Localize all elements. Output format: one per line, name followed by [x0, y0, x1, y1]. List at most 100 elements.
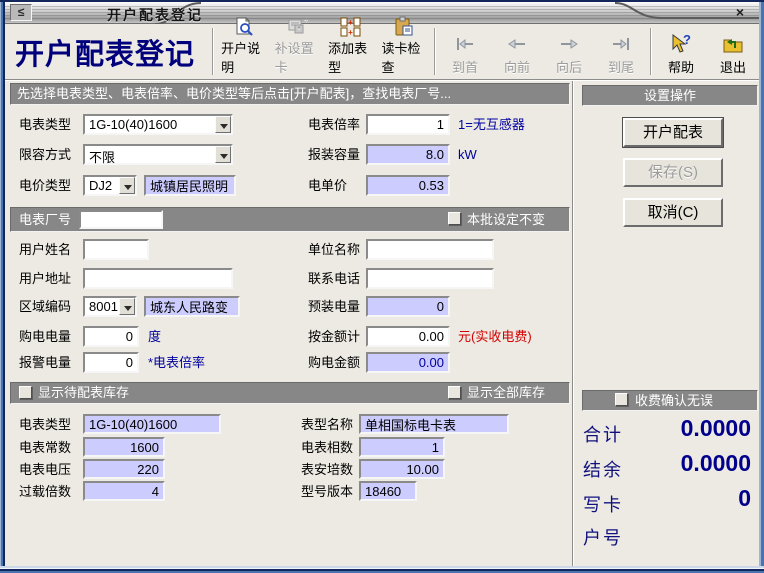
meter-voltage-label: 电表电压 — [19, 459, 71, 480]
preset-energy-label: 预装电量 — [308, 296, 360, 317]
meter-type-combobox[interactable]: 1G-10(40)1600 — [83, 114, 233, 135]
show-all-stock-checkbox[interactable] — [448, 386, 461, 399]
org-name-input[interactable] — [366, 239, 494, 260]
prev-record-icon — [505, 31, 529, 57]
area-code-combobox[interactable]: 8001 — [83, 296, 137, 317]
meter-phases-field — [359, 437, 445, 457]
close-icon[interactable]: × — [731, 4, 749, 21]
unit-price-label: 电单价 — [308, 175, 347, 196]
balance-label: 结余 — [583, 456, 623, 482]
overload-label: 过载倍数 — [19, 481, 71, 502]
show-pending-stock-checkbox[interactable] — [19, 386, 32, 399]
batch-fixed-label: 本批设定不变 — [467, 208, 545, 231]
add-meter-type-icon: ++ — [339, 16, 363, 38]
go-first-button: 到首 — [439, 24, 491, 79]
account-no-label: 户号 — [583, 524, 623, 550]
toolbar-button-label: 向前 — [504, 57, 530, 76]
toolbar-button-label: 到尾 — [608, 57, 634, 76]
price-type-combobox[interactable]: DJ2 — [83, 175, 137, 196]
first-record-icon — [453, 31, 477, 57]
chevron-down-icon[interactable] — [119, 177, 135, 194]
toolbar-separator — [650, 28, 652, 75]
limit-mode-label: 限容方式 — [19, 144, 71, 165]
meter-amperage-field — [359, 459, 445, 479]
user-name-input[interactable] — [83, 239, 149, 260]
write-card-value: 0 — [738, 485, 751, 512]
app-icon: ≤ — [10, 4, 32, 21]
buy-amount-label: 购电金额 — [308, 352, 360, 373]
toolbar: 开户配表登记 开户说明 *+ 补设置卡 ++ 添加表型 — [5, 24, 759, 79]
buy-energy-label: 购电电量 — [19, 326, 71, 347]
limit-mode-combobox[interactable]: 不限 — [83, 144, 233, 165]
info-meter-type-label: 电表类型 — [19, 414, 71, 435]
batch-fixed-checkbox[interactable] — [448, 212, 461, 225]
svg-text:*: * — [298, 25, 301, 34]
clipboard-check-icon — [393, 16, 415, 38]
multiplier-input[interactable] — [366, 114, 450, 135]
toolbar-button-label: 添加表型 — [328, 38, 373, 76]
toolbar-button-label: 开户说明 — [221, 38, 266, 76]
limit-mode-value: 不限 — [85, 146, 231, 166]
svg-text:?: ? — [683, 33, 691, 47]
overload-field — [83, 481, 165, 501]
address-label: 用户地址 — [19, 268, 71, 289]
show-pending-stock-label: 显示待配表库存 — [38, 383, 129, 403]
multiplier-label: 电表倍率 — [308, 114, 360, 135]
toolbar-separator — [212, 28, 214, 75]
capacity-unit: kW — [458, 144, 477, 165]
area-code-label: 区域编码 — [19, 296, 71, 317]
factory-number-input[interactable] — [79, 210, 163, 229]
chevron-down-icon[interactable] — [215, 146, 231, 163]
buy-amount-field[interactable] — [366, 352, 450, 373]
cancel-button[interactable]: 取消(C) — [623, 198, 723, 227]
phone-label: 联系电话 — [308, 268, 360, 289]
exit-button[interactable]: 退出 — [707, 24, 759, 79]
go-last-button: 到尾 — [595, 24, 647, 79]
instruction-text: 先选择电表类型、电表倍率、电价类型等后点击[开户配表]，查找电表厂号... — [17, 86, 451, 101]
org-name-label: 单位名称 — [308, 239, 360, 260]
fee-confirm-checkbox[interactable] — [615, 393, 628, 406]
meter-type-label: 电表类型 — [19, 114, 71, 135]
svg-text:+: + — [304, 16, 308, 24]
meter-amperage-label: 表安培数 — [301, 459, 353, 480]
alarm-energy-hint: *电表倍率 — [148, 352, 205, 373]
price-type-desc-field — [144, 175, 236, 196]
by-amount-label: 按金额计 — [308, 326, 360, 347]
panel-divider — [572, 81, 574, 566]
info-meter-type-field — [83, 414, 221, 434]
buy-energy-unit: 度 — [148, 326, 161, 347]
confirm-bar: 收费确认无误 — [582, 390, 758, 411]
exit-icon — [721, 31, 745, 57]
alarm-energy-label: 报警电量 — [19, 352, 71, 373]
window-title: 开户配表登记 — [107, 5, 203, 25]
chevron-down-icon[interactable] — [119, 298, 135, 315]
show-all-stock-label: 显示全部库存 — [467, 383, 545, 403]
model-version-field — [359, 481, 417, 501]
app-window: ≤ 开户配表登记 × 开户配表登记 开户说明 *+ 补设置卡 — [0, 0, 764, 573]
chevron-down-icon[interactable] — [215, 116, 231, 133]
buy-energy-input[interactable] — [83, 326, 139, 347]
read-card-check-button[interactable]: 读卡检查 — [378, 24, 431, 79]
address-input[interactable] — [83, 268, 233, 289]
unit-price-field[interactable] — [366, 175, 450, 196]
model-version-label: 型号版本 — [301, 481, 353, 502]
meter-constant-field — [83, 437, 165, 457]
phone-input[interactable] — [366, 268, 494, 289]
open-help-button[interactable]: 开户说明 — [217, 24, 270, 79]
toolbar-button-label: 补设置卡 — [275, 38, 320, 76]
write-card-label: 写卡 — [583, 491, 623, 517]
help-button[interactable]: ? 帮助 — [655, 24, 707, 79]
toolbar-button-label: 到首 — [452, 57, 478, 76]
by-amount-input[interactable] — [366, 326, 450, 347]
open-account-button[interactable]: 开户配表 — [623, 118, 723, 147]
capacity-field[interactable] — [366, 144, 450, 165]
model-name-label: 表型名称 — [301, 414, 353, 435]
alarm-energy-input[interactable] — [83, 352, 139, 373]
preset-energy-field[interactable] — [366, 296, 450, 317]
fee-confirm-label: 收费确认无误 — [635, 391, 713, 410]
price-type-label: 电价类型 — [19, 175, 71, 196]
add-meter-type-button[interactable]: ++ 添加表型 — [324, 24, 377, 79]
supplement-card-button: *+ 补设置卡 — [271, 24, 324, 79]
area-code-desc-field — [144, 296, 240, 317]
stock-filter-bar: 显示待配表库存 显示全部库存 — [10, 382, 570, 404]
